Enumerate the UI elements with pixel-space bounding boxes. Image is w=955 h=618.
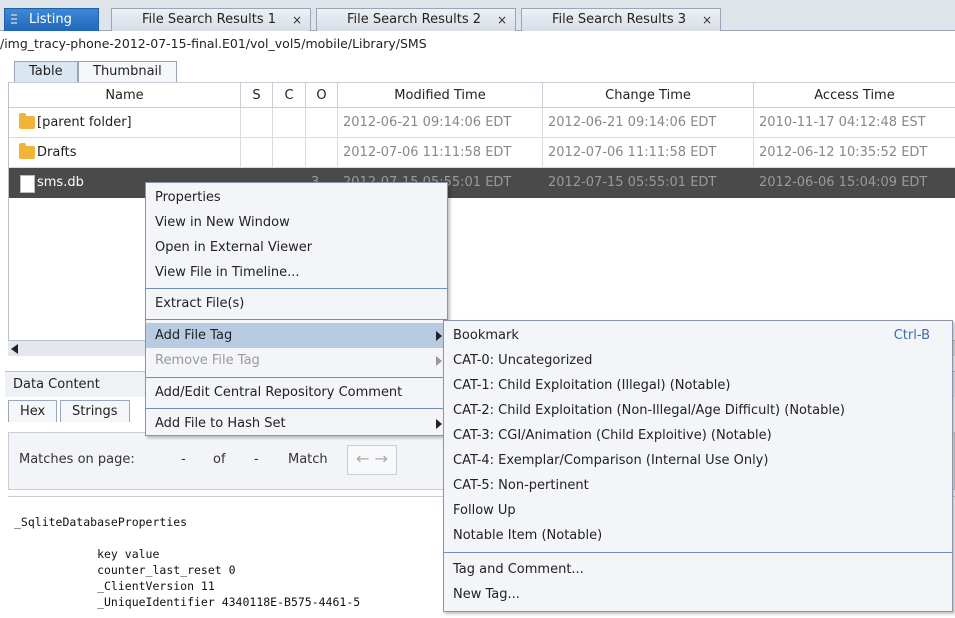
- tab-file-search-results-1[interactable]: File Search Results 1 ×: [111, 8, 311, 31]
- menu-item-label: Add File Tag: [155, 328, 233, 343]
- menu-item-label: Remove File Tag: [155, 353, 260, 368]
- text-line: key value: [14, 547, 160, 561]
- menu-item-label: Add File to Hash Set: [155, 416, 286, 431]
- modified-cell: 2012-07-06 11:11:58 EDT: [338, 138, 543, 168]
- close-icon[interactable]: ×: [497, 9, 507, 31]
- menu-separator: [146, 408, 447, 409]
- match-nav-buttons[interactable]: ← →: [347, 445, 397, 475]
- file-name: [parent folder]: [37, 115, 132, 130]
- column-header-change-time[interactable]: Change Time: [543, 82, 754, 108]
- tab-thumbnail[interactable]: Thumbnail: [78, 61, 177, 82]
- menu-item-bookmark[interactable]: Bookmark Ctrl-B: [444, 323, 952, 348]
- change-cell: 2012-06-21 09:14:06 EDT: [543, 108, 754, 138]
- submenu-arrow-icon: [436, 331, 442, 341]
- text-line: _ClientVersion 11: [14, 579, 215, 593]
- menu-separator: [146, 377, 447, 378]
- menu-item-label: Bookmark: [453, 328, 519, 343]
- menu-item-central-repository-comment[interactable]: Add/Edit Central Repository Comment: [146, 380, 447, 405]
- file-name: sms.db: [37, 175, 84, 190]
- menu-item-cat-3[interactable]: CAT-3: CGI/Animation (Child Exploitive) …: [444, 423, 952, 448]
- submenu-arrow-icon: [436, 356, 442, 366]
- menu-separator: [146, 319, 447, 320]
- tab-label: File Search Results 3: [552, 12, 687, 27]
- s-cell: [241, 138, 273, 168]
- match-label: Match: [288, 452, 328, 467]
- file-icon: [20, 175, 35, 193]
- access-cell: 2012-06-06 15:04:09 EDT: [754, 168, 955, 198]
- modified-cell: 2012-06-21 09:14:06 EDT: [338, 108, 543, 138]
- folder-icon: [19, 143, 35, 159]
- menu-item-cat-0[interactable]: CAT-0: Uncategorized: [444, 348, 952, 373]
- menu-item-add-file-tag[interactable]: Add File Tag: [146, 323, 447, 348]
- menu-item-notable-item[interactable]: Notable Item (Notable): [444, 523, 952, 548]
- close-icon[interactable]: ×: [702, 9, 712, 31]
- s-cell: [241, 108, 273, 138]
- change-cell: 2012-07-15 05:55:01 EDT: [543, 168, 754, 198]
- c-cell: [273, 108, 306, 138]
- column-header-access-time[interactable]: Access Time: [754, 82, 955, 108]
- name-cell: Drafts: [9, 138, 241, 168]
- tag-submenu: Bookmark Ctrl-B CAT-0: Uncategorized CAT…: [443, 320, 953, 612]
- menu-item-extract-files[interactable]: Extract File(s): [146, 291, 447, 316]
- change-cell: 2012-07-06 11:11:58 EDT: [543, 138, 754, 168]
- menu-item-add-file-to-hash-set[interactable]: Add File to Hash Set: [146, 411, 447, 436]
- folder-icon: [19, 113, 35, 129]
- tab-file-search-results-2[interactable]: File Search Results 2 ×: [316, 8, 516, 31]
- tab-listing[interactable]: Listing: [4, 8, 99, 31]
- text-line: _SqliteDatabaseProperties: [14, 515, 188, 529]
- top-tab-strip: Listing File Search Results 1 × File Sea…: [0, 0, 955, 31]
- tab-hex[interactable]: Hex: [8, 400, 58, 422]
- menu-item-tag-and-comment[interactable]: Tag and Comment...: [444, 557, 952, 582]
- file-name: Drafts: [37, 145, 77, 160]
- column-header-c[interactable]: C: [273, 82, 306, 108]
- access-cell: 2012-06-12 10:35:52 EDT: [754, 138, 955, 168]
- tab-label: File Search Results 1: [142, 12, 277, 27]
- menu-item-cat-1[interactable]: CAT-1: Child Exploitation (Illegal) (Not…: [444, 373, 952, 398]
- o-cell: [306, 108, 338, 138]
- column-header-o[interactable]: O: [306, 82, 338, 108]
- menu-item-properties[interactable]: Properties: [146, 185, 447, 210]
- column-header-s[interactable]: S: [241, 82, 273, 108]
- menu-item-open-in-external-viewer[interactable]: Open in External Viewer: [146, 235, 447, 260]
- menu-item-new-tag[interactable]: New Tag...: [444, 582, 952, 607]
- tab-table[interactable]: Table: [14, 61, 78, 82]
- column-header-modified-time[interactable]: Modified Time: [338, 82, 543, 108]
- menu-item-remove-file-tag[interactable]: Remove File Tag: [146, 348, 447, 373]
- menu-item-cat-2[interactable]: CAT-2: Child Exploitation (Non-Illegal/A…: [444, 398, 952, 423]
- tab-label: File Search Results 2: [347, 12, 482, 27]
- menu-separator: [146, 288, 447, 289]
- menu-item-view-in-new-window[interactable]: View in New Window: [146, 210, 447, 235]
- table-row[interactable]: [parent folder] 2012-06-21 09:14:06 EDT …: [9, 108, 955, 138]
- access-cell: 2010-11-17 04:12:48 EST: [754, 108, 955, 138]
- tab-label: Listing: [29, 12, 72, 27]
- scroll-left-icon[interactable]: [11, 344, 18, 354]
- close-icon[interactable]: ×: [292, 9, 302, 31]
- of-label: of: [213, 452, 226, 467]
- name-cell: [parent folder]: [9, 108, 241, 138]
- context-menu: Properties View in New Window Open in Ex…: [145, 182, 448, 436]
- tab-file-search-results-3[interactable]: File Search Results 3 ×: [521, 8, 721, 31]
- tab-strings[interactable]: Strings: [60, 400, 130, 422]
- column-header-name[interactable]: Name: [9, 82, 241, 108]
- menu-item-view-file-in-timeline[interactable]: View File in Timeline...: [146, 260, 447, 285]
- text-line: _UniqueIdentifier 4340118E-B575-4461-5: [14, 595, 361, 609]
- menu-separator: [444, 552, 952, 553]
- matches-label: Matches on page:: [19, 452, 135, 467]
- menu-item-follow-up[interactable]: Follow Up: [444, 498, 952, 523]
- grip-icon: [11, 14, 17, 26]
- path-breadcrumb: /img_tracy-phone-2012-07-15-final.E01/vo…: [0, 36, 427, 51]
- o-cell: [306, 138, 338, 168]
- menu-item-cat-5[interactable]: CAT-5: Non-pertinent: [444, 473, 952, 498]
- menu-item-cat-4[interactable]: CAT-4: Exemplar/Comparison (Internal Use…: [444, 448, 952, 473]
- c-cell: [273, 138, 306, 168]
- text-line: counter_last_reset 0: [14, 563, 236, 577]
- match-total: -: [254, 452, 259, 467]
- shortcut-label: Ctrl-B: [893, 328, 930, 343]
- table-row[interactable]: Drafts 2012-07-06 11:11:58 EDT 2012-07-0…: [9, 138, 955, 168]
- submenu-arrow-icon: [436, 419, 442, 429]
- match-current: -: [181, 452, 186, 467]
